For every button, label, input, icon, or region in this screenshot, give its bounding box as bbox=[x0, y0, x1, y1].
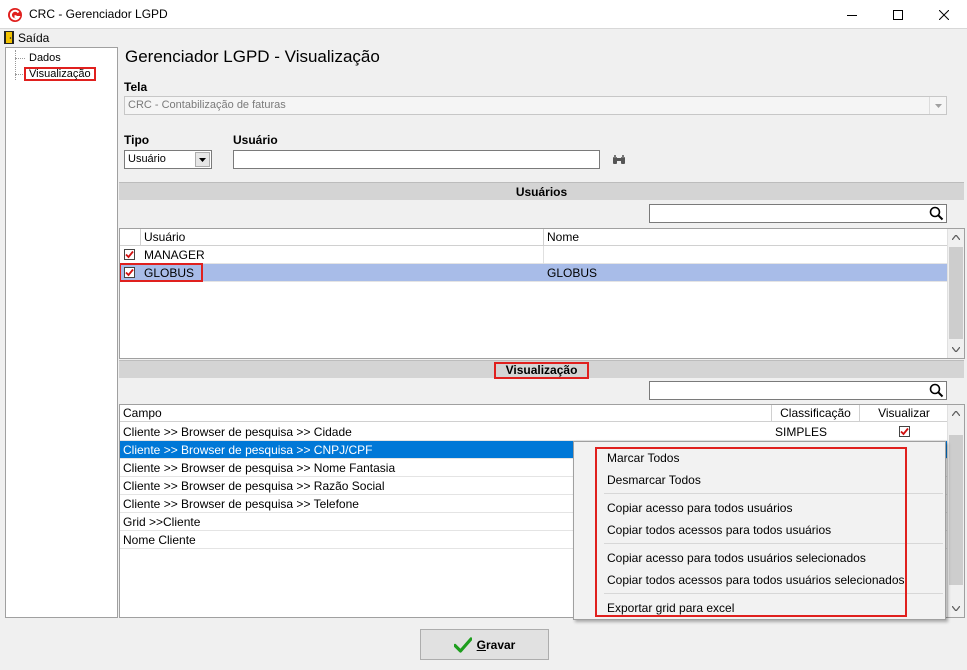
chevron-down-icon bbox=[199, 157, 206, 162]
grid-header-check bbox=[120, 229, 141, 246]
checkmark-icon bbox=[453, 636, 472, 653]
visualizar-checkbox[interactable] bbox=[899, 426, 910, 437]
tipo-label: Tipo bbox=[124, 133, 150, 147]
page-title: Gerenciador LGPD - Visualização bbox=[125, 47, 380, 66]
visualizacao-scrollbar[interactable] bbox=[947, 405, 964, 617]
menu-item-desmarcar-todos[interactable]: Desmarcar Todos bbox=[607, 473, 701, 487]
grid-header-visualizar[interactable]: Visualizar bbox=[860, 405, 949, 422]
gravar-mnemonic: G bbox=[476, 637, 486, 652]
usuario-label: Usuário bbox=[233, 133, 278, 147]
tree-connector bbox=[15, 58, 25, 59]
table-row[interactable]: MANAGER bbox=[120, 246, 949, 264]
highlight-box bbox=[120, 263, 203, 282]
search-icon[interactable] bbox=[929, 206, 944, 221]
chevron-down-icon bbox=[952, 606, 960, 611]
gravar-button[interactable]: Gravar bbox=[420, 629, 549, 660]
binoculars-search-icon[interactable] bbox=[612, 155, 626, 165]
grid-header-usuario[interactable]: Usuário bbox=[141, 229, 544, 246]
maximize-icon bbox=[893, 9, 903, 20]
scroll-down-button[interactable] bbox=[948, 600, 964, 617]
visualizacao-section-header: Visualização bbox=[119, 360, 964, 379]
minimize-button[interactable] bbox=[829, 0, 875, 29]
scroll-thumb[interactable] bbox=[949, 435, 963, 585]
scroll-thumb[interactable] bbox=[949, 247, 963, 339]
close-button[interactable] bbox=[921, 0, 967, 29]
grid-header-classificacao[interactable]: Classificação bbox=[772, 405, 860, 422]
visualizacao-search-input[interactable] bbox=[650, 382, 926, 399]
tela-label: Tela bbox=[124, 80, 148, 94]
usuarios-grid[interactable]: Usuário Nome MANAGER GLOBUS GLOBUS bbox=[119, 228, 965, 359]
tree-connector bbox=[15, 74, 23, 75]
usuario-input[interactable] bbox=[233, 150, 600, 169]
navigation-tree: Dados Visualização bbox=[5, 47, 118, 618]
tipo-value: Usuário bbox=[128, 153, 166, 165]
menu-separator bbox=[604, 493, 943, 494]
window-title: CRC - Gerenciador LGPD bbox=[29, 7, 168, 21]
usuarios-section-title: Usuários bbox=[515, 185, 568, 199]
gravar-label: ravar bbox=[485, 637, 516, 652]
menu-item-exportar-excel[interactable]: Exportar grid para excel bbox=[607, 601, 734, 615]
cell-usuario: MANAGER bbox=[141, 246, 544, 264]
tela-value: CRC - Contabilização de faturas bbox=[128, 99, 286, 111]
tela-dropdown-button[interactable] bbox=[929, 97, 946, 114]
app-logo-icon bbox=[8, 8, 22, 22]
minimize-icon bbox=[847, 14, 857, 16]
checkmark-icon bbox=[125, 250, 134, 259]
exit-door-icon bbox=[4, 31, 14, 44]
menu-separator bbox=[604, 593, 943, 594]
tipo-select[interactable]: Usuário bbox=[124, 150, 212, 169]
menu-saida-label: Saída bbox=[18, 30, 50, 45]
grid-header-nome[interactable]: Nome bbox=[544, 229, 949, 246]
menu-item-saida[interactable]: Saída bbox=[4, 30, 49, 45]
grid-header-campo[interactable]: Campo bbox=[120, 405, 772, 422]
usuarios-scrollbar[interactable] bbox=[947, 229, 964, 358]
close-icon bbox=[939, 9, 949, 20]
maximize-button[interactable] bbox=[875, 0, 921, 29]
cell-nome: GLOBUS bbox=[547, 266, 598, 280]
context-menu: Marcar Todos Desmarcar Todos Copiar aces… bbox=[573, 441, 946, 620]
tree-item-dados[interactable]: Dados bbox=[27, 51, 63, 65]
title-bar: CRC - Gerenciador LGPD bbox=[0, 0, 967, 29]
scroll-up-button[interactable] bbox=[948, 229, 964, 246]
tree-item-visualizacao[interactable]: Visualização bbox=[24, 67, 96, 81]
visualizacao-section-title: Visualização bbox=[493, 362, 590, 379]
tela-select[interactable]: CRC - Contabilização de faturas bbox=[124, 96, 947, 115]
menu-bar: Saída bbox=[0, 29, 967, 46]
usuarios-section-header: Usuários bbox=[119, 182, 964, 200]
user-checkbox[interactable] bbox=[124, 249, 135, 260]
menu-item-copiar-acesso-selecionados[interactable]: Copiar acesso para todos usuários seleci… bbox=[607, 551, 866, 565]
chevron-up-icon bbox=[952, 411, 960, 416]
tree-connector bbox=[15, 50, 16, 80]
table-row[interactable]: Cliente >> Browser de pesquisa >> Cidade… bbox=[120, 423, 949, 441]
menu-item-copiar-todos-acessos-todos[interactable]: Copiar todos acessos para todos usuários bbox=[607, 523, 831, 537]
cell-nome bbox=[544, 246, 949, 264]
scroll-up-button[interactable] bbox=[948, 405, 964, 422]
menu-item-marcar-todos[interactable]: Marcar Todos bbox=[607, 451, 679, 465]
table-row-selected[interactable]: GLOBUS GLOBUS bbox=[120, 264, 949, 282]
menu-item-copiar-acesso-todos[interactable]: Copiar acesso para todos usuários bbox=[607, 501, 792, 515]
cell-campo: Cliente >> Browser de pesquisa >> Cidade bbox=[123, 425, 352, 439]
menu-item-copiar-todos-acessos-selecionados[interactable]: Copiar todos acessos para todos usuários… bbox=[607, 573, 905, 587]
checkmark-icon bbox=[900, 427, 909, 436]
chevron-up-icon bbox=[952, 235, 960, 240]
visualizacao-search-box[interactable] bbox=[649, 381, 947, 400]
usuarios-search-input[interactable] bbox=[650, 205, 926, 222]
scroll-down-button[interactable] bbox=[948, 341, 964, 358]
usuarios-search-box[interactable] bbox=[649, 204, 947, 223]
search-icon[interactable] bbox=[929, 383, 944, 398]
cell-classificacao: SIMPLES bbox=[775, 425, 828, 439]
tipo-dropdown-button[interactable] bbox=[195, 152, 210, 167]
chevron-down-icon bbox=[952, 347, 960, 352]
menu-separator bbox=[604, 543, 943, 544]
chevron-down-icon bbox=[934, 103, 942, 108]
